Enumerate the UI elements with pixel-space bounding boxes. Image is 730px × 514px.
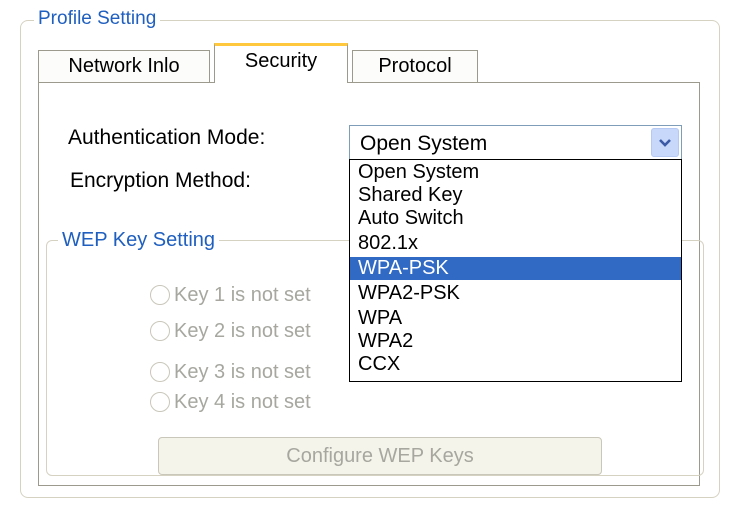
tab-protocol-label: Protocol (378, 55, 452, 77)
option-wpa-psk[interactable]: WPA-PSK (350, 257, 681, 280)
authentication-mode-dropdown-list: Open System Shared Key Auto Switch 802.1… (349, 159, 682, 382)
encryption-method-label: Encryption Method: (70, 169, 251, 192)
key-1-label: Key 1 is not set (174, 284, 311, 306)
option-ccx[interactable]: CCX (350, 353, 681, 376)
option-wpa2[interactable]: WPA2 (350, 330, 681, 353)
tab-network-info[interactable]: Network Inlo (38, 50, 210, 84)
radio-button-icon (150, 392, 170, 412)
dropdown-button[interactable] (651, 128, 679, 157)
option-wpa[interactable]: WPA (350, 307, 681, 330)
authentication-mode-value: Open System (360, 132, 488, 155)
tab-security[interactable]: Security (214, 43, 348, 83)
authentication-mode-label: Authentication Mode: (68, 126, 266, 149)
option-wpa2-psk[interactable]: WPA2-PSK (350, 282, 681, 305)
option-shared-key[interactable]: Shared Key (350, 184, 681, 207)
authentication-mode-combobox[interactable]: Open System (349, 125, 682, 160)
key-3-label: Key 3 is not set (174, 361, 311, 383)
wep-key-setting-title: WEP Key Setting (58, 227, 220, 253)
option-auto-switch[interactable]: Auto Switch (350, 207, 681, 230)
tab-network-info-label: Network Inlo (68, 55, 180, 77)
option-802-1x[interactable]: 802.1x (350, 232, 681, 255)
radio-button-icon (150, 285, 170, 305)
configure-wep-keys-button[interactable]: Configure WEP Keys (158, 437, 602, 475)
key-4-label: Key 4 is not set (174, 391, 311, 413)
profile-setting-title: Profile Setting (34, 6, 161, 32)
radio-button-icon (150, 362, 170, 382)
tab-protocol[interactable]: Protocol (352, 50, 478, 84)
radio-button-icon (150, 321, 170, 341)
chevron-down-icon (659, 139, 671, 147)
key-2-label: Key 2 is not set (174, 320, 311, 342)
tab-security-label: Security (244, 50, 318, 72)
option-open-system[interactable]: Open System (350, 161, 681, 184)
